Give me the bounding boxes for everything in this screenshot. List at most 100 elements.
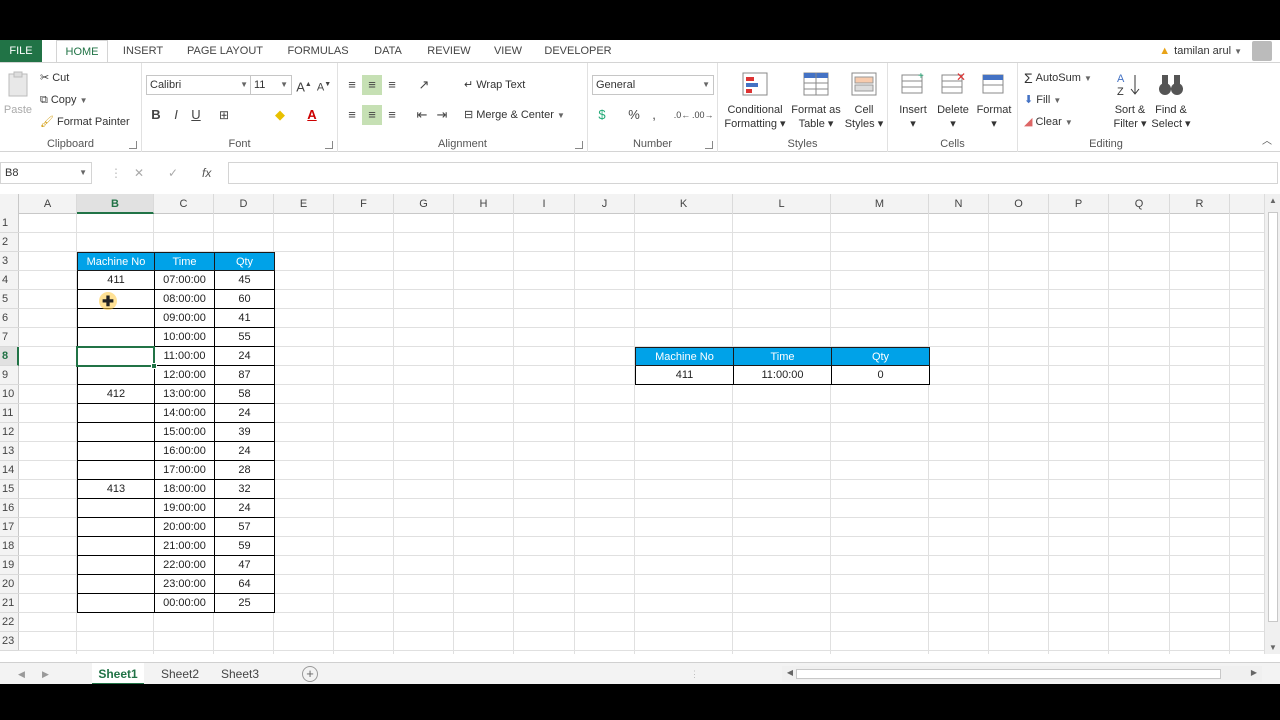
row-header-9[interactable]: 9: [0, 366, 19, 385]
column-header-e[interactable]: E: [274, 194, 334, 214]
row-header-10[interactable]: 10: [0, 385, 19, 404]
lookup-header-cell[interactable]: Qty: [831, 347, 930, 366]
machine-no-cell[interactable]: [77, 442, 155, 461]
machine-no-cell[interactable]: 412: [77, 385, 155, 404]
column-header-j[interactable]: J: [575, 194, 635, 214]
time-cell[interactable]: 13:00:00: [154, 385, 215, 404]
row-header-5[interactable]: 5: [0, 290, 19, 309]
dialog-launcher-icon[interactable]: [575, 141, 583, 149]
time-cell[interactable]: 21:00:00: [154, 537, 215, 556]
scroll-down-icon[interactable]: ▼: [1265, 643, 1280, 652]
time-cell[interactable]: 10:00:00: [154, 328, 215, 347]
qty-cell[interactable]: 87: [214, 366, 275, 385]
time-cell[interactable]: 12:00:00: [154, 366, 215, 385]
sheet-tab-2[interactable]: Sheet2: [154, 663, 206, 684]
sheet-tab-3[interactable]: Sheet3: [214, 663, 266, 684]
tab-data[interactable]: DATA: [366, 40, 410, 62]
fill-color-icon[interactable]: ◆: [270, 105, 290, 125]
fill-button[interactable]: ⬇ Fill ▼: [1024, 93, 1061, 108]
machine-no-cell[interactable]: 413: [77, 480, 155, 499]
align-right-icon[interactable]: ≡: [382, 105, 402, 125]
align-top-icon[interactable]: ≡: [342, 75, 362, 95]
row-header-2[interactable]: 2: [0, 233, 19, 252]
column-header-f[interactable]: F: [334, 194, 394, 214]
row-header-14[interactable]: 14: [0, 461, 19, 480]
row-header-7[interactable]: 7: [0, 328, 19, 347]
cell-area[interactable]: Machine No Time Qty 411 07:00:00 45 08:00:00 60…: [19, 214, 1264, 654]
time-cell[interactable]: 17:00:00: [154, 461, 215, 480]
tab-view[interactable]: VIEW: [488, 40, 528, 62]
column-header-r[interactable]: R: [1170, 194, 1230, 214]
scroll-thumb[interactable]: [796, 669, 1221, 679]
table-header-cell[interactable]: Time: [154, 252, 215, 271]
sort-filter-button[interactable]: AZ Sort & Filter ▾: [1110, 69, 1150, 131]
paste-button[interactable]: Paste: [2, 69, 34, 117]
column-header-c[interactable]: C: [154, 194, 214, 214]
wrap-text-button[interactable]: ↵ Wrap Text: [464, 78, 525, 92]
machine-no-cell[interactable]: [77, 556, 155, 575]
tab-home[interactable]: HOME: [56, 40, 108, 63]
fill-handle[interactable]: [151, 363, 157, 369]
column-header-i[interactable]: I: [514, 194, 575, 214]
next-sheet-icon[interactable]: ▶: [42, 663, 49, 684]
dialog-launcher-icon[interactable]: [129, 141, 137, 149]
row-header-8[interactable]: 8: [0, 347, 19, 366]
column-header-k[interactable]: K: [635, 194, 733, 214]
select-all-corner[interactable]: [0, 194, 19, 214]
name-box[interactable]: B8 ▼: [0, 162, 92, 184]
time-cell[interactable]: 16:00:00: [154, 442, 215, 461]
machine-no-cell[interactable]: [77, 328, 155, 347]
tab-developer[interactable]: DEVELOPER: [540, 40, 616, 62]
insert-function-button[interactable]: fx: [202, 162, 211, 184]
qty-cell[interactable]: 58: [214, 385, 275, 404]
column-header-g[interactable]: G: [394, 194, 454, 214]
prev-sheet-icon[interactable]: ◀: [18, 663, 25, 684]
column-header-o[interactable]: O: [989, 194, 1049, 214]
merge-center-button[interactable]: ⊟ Merge & Center ▼: [464, 108, 565, 123]
spreadsheet-grid[interactable]: ABCDEFGHIJKLMNOPQR 1 2 3 4 5 6 7 8 9 10 11 12 13 14 15…: [0, 194, 1264, 654]
row-header-16[interactable]: 16: [0, 499, 19, 518]
machine-no-cell[interactable]: [77, 404, 155, 423]
time-cell[interactable]: 19:00:00: [154, 499, 215, 518]
row-header-17[interactable]: 17: [0, 518, 19, 537]
time-cell[interactable]: 00:00:00: [154, 594, 215, 613]
column-header-l[interactable]: L: [733, 194, 831, 214]
column-header-q[interactable]: Q: [1109, 194, 1170, 214]
time-cell[interactable]: 18:00:00: [154, 480, 215, 499]
qty-cell[interactable]: 47: [214, 556, 275, 575]
autosum-button[interactable]: Σ AutoSum ▼: [1024, 71, 1092, 86]
currency-icon[interactable]: $: [592, 105, 612, 125]
machine-no-cell[interactable]: [77, 499, 155, 518]
vertical-scrollbar[interactable]: ▲ ▼: [1264, 194, 1280, 654]
row-header-1[interactable]: 1: [0, 214, 19, 233]
format-cells-button[interactable]: Format ▾: [974, 69, 1014, 131]
row-header-13[interactable]: 13: [0, 442, 19, 461]
align-center-icon[interactable]: ≡: [362, 105, 382, 125]
time-cell[interactable]: 20:00:00: [154, 518, 215, 537]
qty-cell[interactable]: 41: [214, 309, 275, 328]
table-header-cell[interactable]: Machine No: [77, 252, 155, 271]
delete-cells-button[interactable]: ✕ Delete ▾: [934, 69, 972, 131]
font-family-select[interactable]: Calibri ▼: [146, 75, 252, 95]
tab-review[interactable]: REVIEW: [422, 40, 476, 62]
number-format-select[interactable]: General ▼: [592, 75, 714, 95]
format-as-table-button[interactable]: Format as Table ▾: [788, 69, 844, 131]
collapse-ribbon-icon[interactable]: ︿: [1262, 132, 1272, 147]
cell-styles-button[interactable]: Cell Styles ▾: [842, 69, 886, 131]
row-header-21[interactable]: 21: [0, 594, 19, 613]
dialog-launcher-icon[interactable]: [705, 141, 713, 149]
user-account[interactable]: ▲ tamilan arul ▼: [1159, 40, 1242, 62]
enter-icon[interactable]: ✓: [168, 162, 178, 184]
qty-cell[interactable]: 24: [214, 404, 275, 423]
percent-button[interactable]: %: [624, 105, 644, 125]
column-header-p[interactable]: P: [1049, 194, 1109, 214]
decrease-indent-icon[interactable]: ⇤: [412, 105, 432, 125]
qty-cell[interactable]: 57: [214, 518, 275, 537]
row-header-11[interactable]: 11: [0, 404, 19, 423]
underline-button[interactable]: U: [186, 105, 206, 125]
row-header-4[interactable]: 4: [0, 271, 19, 290]
time-cell[interactable]: 23:00:00: [154, 575, 215, 594]
machine-no-cell[interactable]: [77, 518, 155, 537]
qty-cell[interactable]: 64: [214, 575, 275, 594]
tab-formulas[interactable]: FORMULAS: [282, 40, 354, 62]
